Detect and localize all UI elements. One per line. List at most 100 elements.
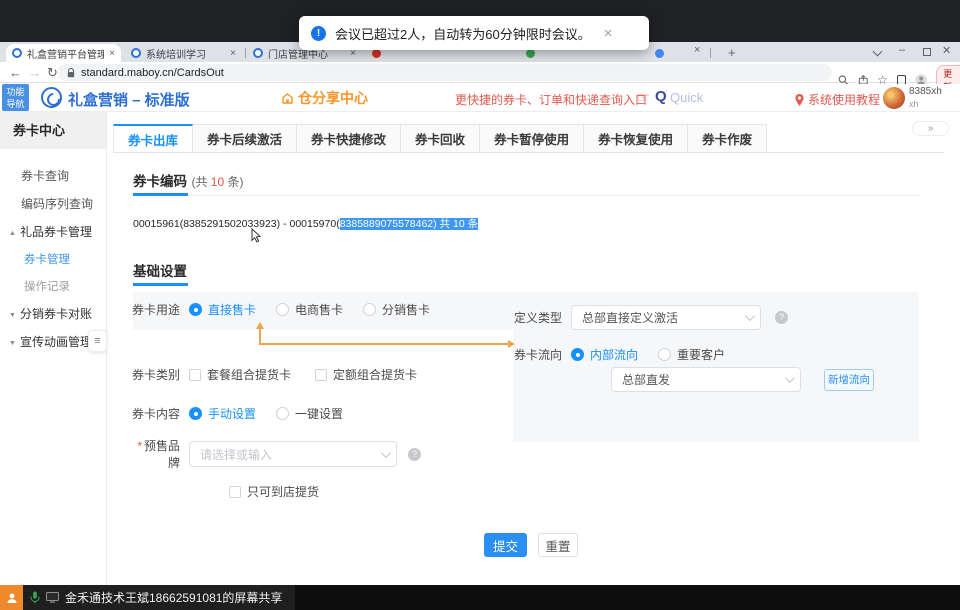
sidebar-item-code-sequence-query[interactable]: 编码序列查询 <box>21 195 93 212</box>
site-favicon <box>253 48 263 58</box>
tab-card-recycle[interactable]: 券卡回收 <box>401 124 480 153</box>
forward-icon[interactable]: → <box>28 65 41 80</box>
radio-direct-sale[interactable] <box>189 303 202 316</box>
basic-settings-title: 基础设置 <box>133 260 187 281</box>
reset-button[interactable]: 重置 <box>538 533 578 557</box>
user-name: 8385xh xh <box>909 86 942 110</box>
quick-search-label[interactable]: Quick <box>670 90 703 105</box>
sidebar-item-operation-records[interactable]: 操作记录 <box>24 278 70 294</box>
section-divider <box>188 195 920 196</box>
define-type-label: 定义类型 <box>511 309 562 326</box>
tab-card-outbound[interactable]: 券卡出库 <box>113 124 193 153</box>
required-asterisk: * <box>137 439 142 453</box>
option-important-customer[interactable]: 重要客户 <box>677 346 725 363</box>
radio-internal-flow[interactable] <box>571 348 584 361</box>
checkbox-store-pickup-only[interactable] <box>229 486 241 498</box>
warehouse-share-center-link[interactable]: 仓分享中心 <box>281 88 368 108</box>
card-action-tabs: 券卡出库 券卡后续激活 券卡快捷修改 券卡回收 券卡暂停使用 券卡恢复使用 券卡… <box>113 124 767 153</box>
define-type-row: 定义类型 总部直接定义激活 ? <box>511 305 788 330</box>
option-one-click-setup[interactable]: 一键设置 <box>295 405 343 422</box>
function-nav-button[interactable]: 功能 导航 <box>2 84 29 111</box>
option-internal-flow[interactable]: 内部流向 <box>590 346 638 363</box>
browser-tab-gift-admin[interactable]: 礼盒营销平台管理中心 × <box>6 44 121 62</box>
tab-close-icon[interactable]: × <box>230 48 236 59</box>
chevron-down-icon <box>745 311 755 321</box>
sidebar-title: 券卡中心 <box>0 112 106 149</box>
checkbox-package-combo-card[interactable] <box>189 369 201 381</box>
card-code-range[interactable]: 00015961(8385291502033923) - 00015970(83… <box>133 216 478 231</box>
option-distribution-sale[interactable]: 分销售卡 <box>382 301 430 318</box>
sidebar-group-distribution-reconciliation[interactable]: ▼分销券卡对账 <box>9 305 92 322</box>
system-tutorial-link[interactable]: 系统使用教程 <box>795 91 880 108</box>
radio-one-click-setup[interactable] <box>276 407 289 420</box>
annotation-arrowhead-up <box>256 322 264 329</box>
browser-tab-title: 礼盒营销平台管理中心 <box>27 46 104 61</box>
annotation-arrow-horizontal <box>259 343 509 345</box>
card-usage-row: 券卡用途 直接售卡 电商售卡 分销售卡 <box>129 301 450 318</box>
define-type-select[interactable]: 总部直接定义激活 <box>571 305 761 330</box>
tab-card-suspend[interactable]: 券卡暂停使用 <box>480 124 584 153</box>
screen-share-text: 金禾通技术王斌18662591081的屏幕共享 <box>65 589 282 606</box>
card-flow-row: 券卡流向 内部流向 重要客户 <box>511 346 745 363</box>
user-avatar[interactable] <box>883 87 905 109</box>
collapse-panel-button[interactable]: » <box>912 121 949 136</box>
add-flow-button[interactable]: 新增流向 <box>824 369 874 391</box>
app-logo-icon <box>41 87 62 108</box>
address-bar[interactable]: standard.maboy.cn/CardsOut <box>57 64 832 81</box>
annotation-arrowhead-right <box>508 340 515 348</box>
app-title: 礼盒营销 – 标准版 <box>68 89 190 110</box>
warehouse-icon <box>281 92 294 105</box>
sidebar-collapse-toggle[interactable]: ≡ <box>88 330 107 352</box>
window-restore-icon[interactable] <box>923 48 931 56</box>
selected-count-text: 共 10 条 <box>437 218 478 230</box>
option-manual-setup[interactable]: 手动设置 <box>208 405 256 422</box>
category-label: 券卡类别 <box>129 366 180 383</box>
window-close-icon[interactable]: ✕ <box>942 44 951 57</box>
meeting-toast: ! 会议已超过2人，自动转为60分钟限时会议。 × <box>299 16 649 50</box>
sidebar-item-card-management-active[interactable]: 券卡管理 <box>24 251 70 267</box>
screen-share-bar: 金禾通技术王斌18662591081的屏幕共享 <box>0 585 960 610</box>
option-ecommerce-sale[interactable]: 电商售卡 <box>295 301 343 318</box>
tab-card-followup-activation[interactable]: 券卡后续激活 <box>193 124 297 153</box>
toast-close-icon[interactable]: × <box>604 25 613 42</box>
usage-label: 券卡用途 <box>129 301 180 318</box>
back-icon[interactable]: ← <box>9 65 22 80</box>
microphone-icon <box>30 591 40 604</box>
presale-brand-select[interactable]: 请选择或输入 <box>189 441 397 467</box>
sidebar-group-gift-card-management[interactable]: ▲礼品券卡管理 <box>9 223 92 240</box>
radio-manual-setup[interactable] <box>189 407 202 420</box>
tab-card-void[interactable]: 券卡作废 <box>688 124 767 153</box>
flow-direction-select[interactable]: 总部直发 <box>611 367 801 392</box>
submit-button[interactable]: 提交 <box>484 533 527 557</box>
store-only-row: 只可到店提货 <box>229 483 339 500</box>
radio-ecommerce-sale[interactable] <box>276 303 289 316</box>
pointing-finger-icon: ☞ <box>637 89 650 106</box>
browser-tab-title: 系统培训学习 <box>146 46 225 61</box>
tab-card-quick-modify[interactable]: 券卡快捷修改 <box>297 124 401 153</box>
section-title-underline <box>133 193 188 196</box>
radio-distribution-sale[interactable] <box>363 303 376 316</box>
tab-close-icon[interactable]: × <box>694 44 700 56</box>
sidebar-group-promo-animation[interactable]: ▼宣传动画管理 <box>9 333 92 350</box>
chevron-down-icon <box>381 448 391 458</box>
browser-tab-training[interactable]: 系统培训学习 × <box>125 44 242 62</box>
tab-close-icon[interactable]: × <box>109 48 115 59</box>
option-store-pickup-only[interactable]: 只可到店提货 <box>247 483 319 500</box>
tab-card-resume[interactable]: 券卡恢复使用 <box>584 124 688 153</box>
checkbox-fixed-amount-combo-card[interactable] <box>315 369 327 381</box>
help-icon[interactable]: ? <box>775 311 788 324</box>
new-tab-button[interactable]: + <box>728 45 736 60</box>
quick-search-icon[interactable]: Q <box>655 88 667 105</box>
caret-down-icon: ▼ <box>9 312 16 319</box>
option-fixed-amount-combo-card[interactable]: 定额组合提货卡 <box>333 366 417 383</box>
tab-search-icon[interactable] <box>873 47 883 57</box>
person-icon <box>6 592 18 604</box>
option-package-combo-card[interactable]: 套餐组合提货卡 <box>207 366 291 383</box>
screen-share-icon <box>46 592 59 603</box>
radio-important-customer[interactable] <box>658 348 671 361</box>
site-favicon <box>131 48 141 58</box>
help-icon[interactable]: ? <box>408 448 421 461</box>
option-direct-sale[interactable]: 直接售卡 <box>208 301 256 318</box>
window-minimize-icon[interactable]: – <box>899 44 905 56</box>
sidebar-item-card-query[interactable]: 券卡查询 <box>21 167 69 184</box>
